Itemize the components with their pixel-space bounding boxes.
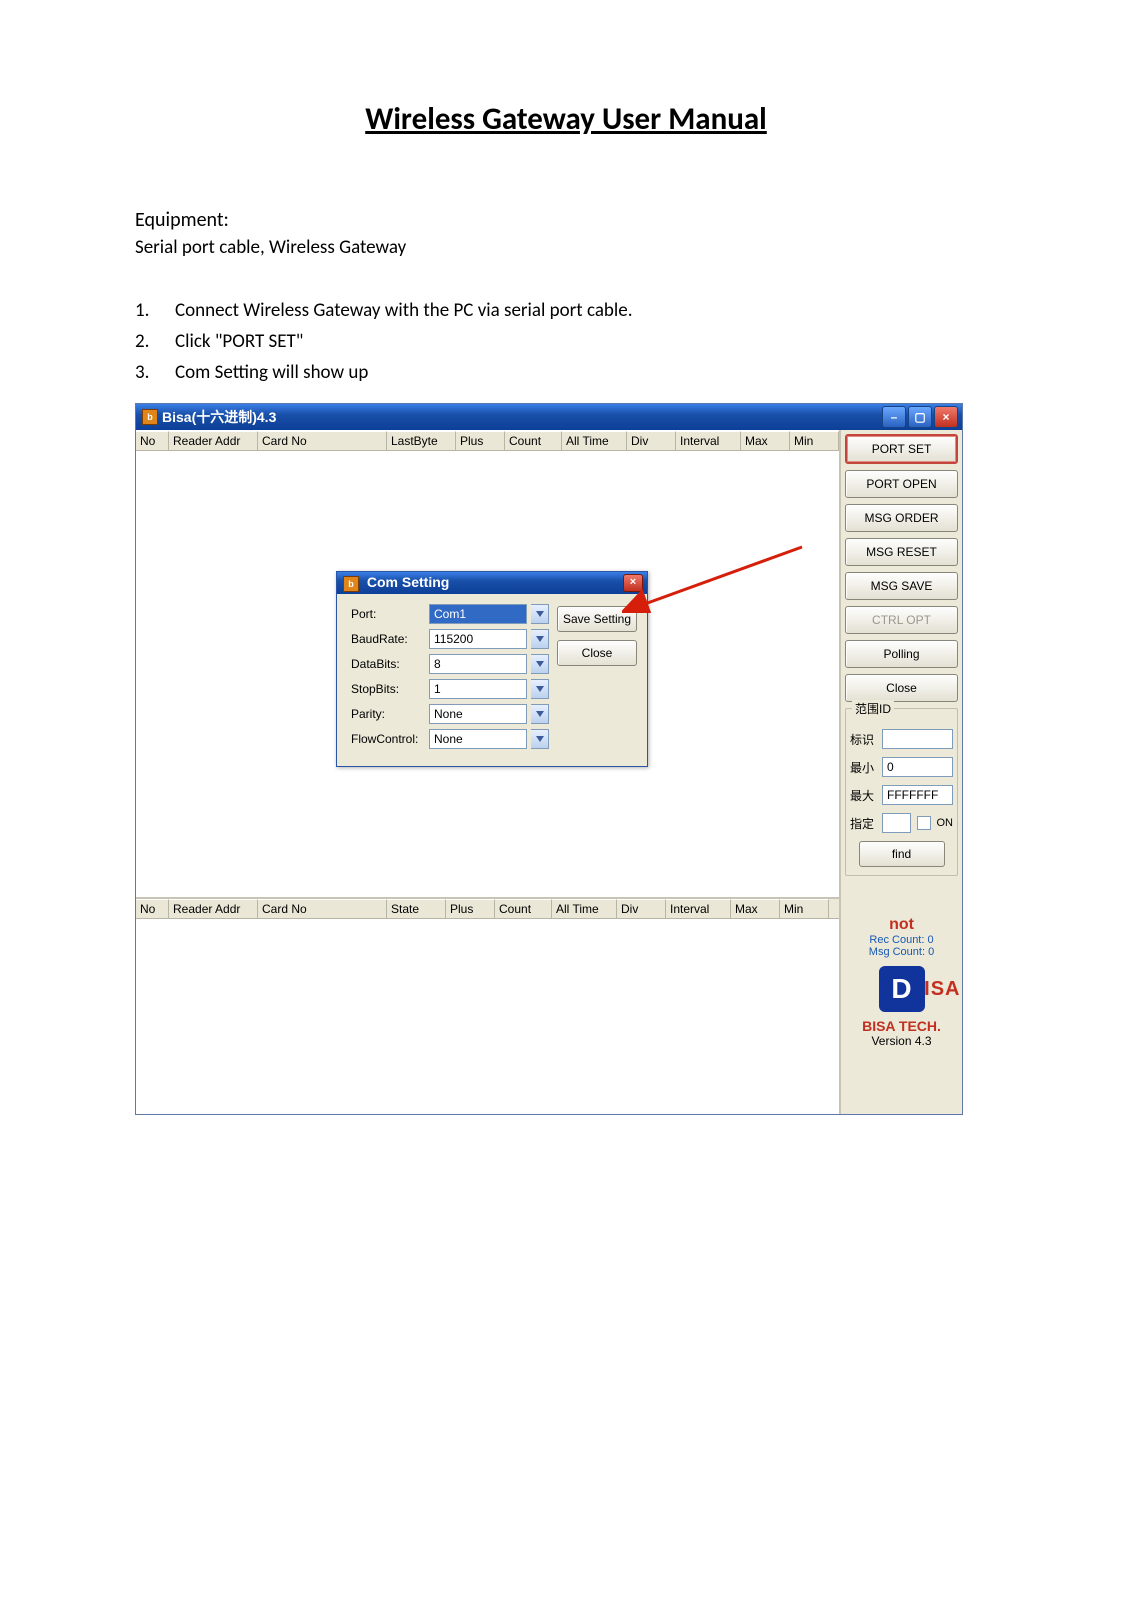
databits-select[interactable]: 8 [429, 654, 527, 674]
step-text: Connect Wireless Gateway with the PC via… [175, 299, 633, 322]
col-alltime[interactable]: All Time [552, 899, 617, 918]
status-box: not Rec Count: 0 Msg Count: 0 DISA BISA … [845, 916, 958, 1048]
baudrate-select[interactable]: 115200 [429, 629, 527, 649]
equipment-text: Serial port cable, Wireless Gateway [135, 236, 997, 259]
ctrl-opt-button[interactable]: CTRL OPT [845, 606, 958, 634]
col-state[interactable]: State [387, 899, 446, 918]
grid-header-bottom: No Reader Addr Card No State Plus Count … [136, 899, 839, 919]
dialog-icon: b [343, 576, 359, 592]
col-no[interactable]: No [136, 431, 169, 450]
step-number: 2. [135, 330, 157, 353]
col-interval[interactable]: Interval [666, 899, 731, 918]
minimize-button[interactable]: – [882, 406, 906, 428]
range-max-label: 最大 [850, 787, 876, 804]
col-alltime[interactable]: All Time [562, 431, 627, 450]
col-reader-addr[interactable]: Reader Addr [169, 899, 258, 918]
col-count[interactable]: Count [505, 431, 562, 450]
dialog-title: Com Setting [367, 574, 449, 590]
com-setting-dialog: b Com Setting × Port: Com1 [336, 571, 648, 767]
port-set-button[interactable]: PORT SET [845, 434, 958, 464]
main-pane: No Reader Addr Card No LastByte Plus Cou… [136, 430, 841, 1114]
dropdown-icon[interactable] [531, 729, 549, 749]
equipment-label: Equipment: [135, 208, 997, 232]
range-title: 范围ID [852, 700, 894, 717]
range-spec-input[interactable] [882, 813, 911, 833]
range-min-input[interactable]: 0 [882, 757, 953, 777]
msg-count: Msg Count: 0 [845, 946, 958, 958]
col-reader-addr[interactable]: Reader Addr [169, 431, 258, 450]
dropdown-icon[interactable] [531, 629, 549, 649]
dropdown-icon[interactable] [531, 704, 549, 724]
dropdown-icon[interactable] [531, 654, 549, 674]
stopbits-select[interactable]: 1 [429, 679, 527, 699]
steps-list: 1. Connect Wireless Gateway with the PC v… [135, 299, 997, 384]
col-lastbyte[interactable]: LastByte [387, 431, 456, 450]
parity-label: Parity: [351, 707, 425, 721]
app-icon: b [142, 409, 158, 425]
range-tag-input[interactable] [882, 729, 953, 749]
sidebar: PORT SET PORT OPEN MSG ORDER MSG RESET M… [841, 430, 962, 1114]
col-card-no[interactable]: Card No [258, 431, 387, 450]
range-id-group: 范围ID 标识 最小 0 最大 FFFFFFF 指定 [845, 708, 958, 876]
col-max[interactable]: Max [741, 431, 790, 450]
parity-select[interactable]: None [429, 704, 527, 724]
range-spec-label: 指定 [850, 815, 876, 832]
on-label: ON [937, 817, 954, 829]
close-button[interactable]: × [934, 406, 958, 428]
find-button[interactable]: find [859, 841, 945, 867]
msg-reset-button[interactable]: MSG RESET [845, 538, 958, 566]
brand-text: BISA TECH. [845, 1018, 958, 1034]
dropdown-icon[interactable] [531, 679, 549, 699]
grid-body-top: b Com Setting × Port: Com1 [136, 451, 839, 899]
port-select[interactable]: Com1 [429, 604, 527, 624]
flowcontrol-label: FlowControl: [351, 732, 425, 746]
step-number: 3. [135, 361, 157, 384]
polling-button[interactable]: Polling [845, 640, 958, 668]
grid-body-bottom [136, 919, 839, 1114]
msg-order-button[interactable]: MSG ORDER [845, 504, 958, 532]
col-interval[interactable]: Interval [676, 431, 741, 450]
com-close-button[interactable]: Close [557, 640, 637, 666]
col-card-no[interactable]: Card No [258, 899, 387, 918]
col-min[interactable]: Min [780, 899, 829, 918]
baudrate-label: BaudRate: [351, 632, 425, 646]
not-label: not [845, 916, 958, 934]
col-no[interactable]: No [136, 899, 169, 918]
col-count[interactable]: Count [495, 899, 552, 918]
port-label: Port: [351, 607, 425, 621]
col-div[interactable]: Div [627, 431, 676, 450]
maximize-button[interactable]: ▢ [908, 406, 932, 428]
port-open-button[interactable]: PORT OPEN [845, 470, 958, 498]
col-div[interactable]: Div [617, 899, 666, 918]
databits-label: DataBits: [351, 657, 425, 671]
step-number: 1. [135, 299, 157, 322]
range-max-input[interactable]: FFFFFFF [882, 785, 953, 805]
rec-count: Rec Count: 0 [845, 934, 958, 946]
stopbits-label: StopBits: [351, 682, 425, 696]
col-plus[interactable]: Plus [456, 431, 505, 450]
page-title: Wireless Gateway User Manual [135, 100, 997, 138]
col-plus[interactable]: Plus [446, 899, 495, 918]
msg-save-button[interactable]: MSG SAVE [845, 572, 958, 600]
col-min[interactable]: Min [790, 431, 839, 450]
titlebar: b Bisa(十六进制)4.3 – ▢ × [136, 404, 962, 430]
arrow-icon [622, 543, 812, 613]
grid-header-top: No Reader Addr Card No LastByte Plus Cou… [136, 430, 839, 451]
flowcontrol-select[interactable]: None [429, 729, 527, 749]
col-max[interactable]: Max [731, 899, 780, 918]
range-min-label: 最小 [850, 759, 876, 776]
dropdown-icon[interactable] [531, 604, 549, 624]
titlebar-text: Bisa(十六进制)4.3 [162, 407, 276, 427]
app-window: b Bisa(十六进制)4.3 – ▢ × No Reader Addr Car… [135, 403, 963, 1115]
on-checkbox[interactable] [917, 816, 931, 830]
step-text: Com Setting will show up [175, 361, 368, 384]
range-tag-label: 标识 [850, 731, 876, 748]
logo-icon: DISA [872, 964, 932, 1014]
step-text: Click "PORT SET" [175, 330, 303, 353]
sidebar-close-button[interactable]: Close [845, 674, 958, 702]
version-text: Version 4.3 [845, 1034, 958, 1048]
